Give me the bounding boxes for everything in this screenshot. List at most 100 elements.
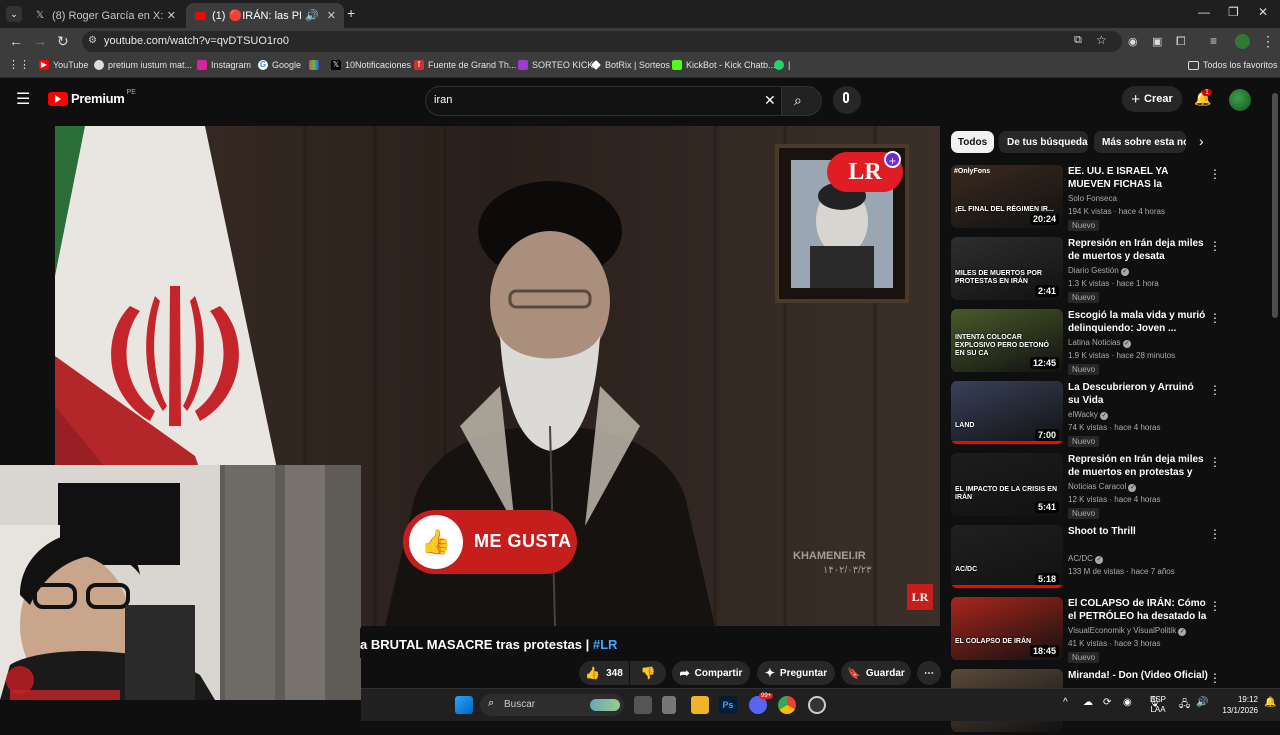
omnibox[interactable]: ⚙ youtube.com/watch?v=qvDTSUO1ro0 ⧉ ☆ <box>82 31 1122 52</box>
photoshop-icon[interactable]: Ps <box>719 696 737 714</box>
recommendation-item[interactable]: AC/DC 5:18 Shoot to Thrill AC/DC ✓ 133 M de … <box>951 525 1271 591</box>
share-button[interactable]: ➦ Compartir <box>672 661 750 685</box>
search-input[interactable]: iran <box>434 94 452 106</box>
all-favorites-folder[interactable]: Todos los favoritos <box>1188 60 1278 70</box>
clear-search-icon[interactable]: ✕ <box>764 92 776 109</box>
extension-icon[interactable]: ◉ <box>1128 35 1138 48</box>
recommendation-title[interactable]: Miranda! - Don (Video Oficial) <box>1068 669 1208 682</box>
hamburger-menu-icon[interactable]: ☰ <box>16 89 30 109</box>
more-vertical-icon[interactable]: ⋮ <box>1209 239 1221 253</box>
recommendation-item[interactable]: EL COLAPSO DE IRÁN 18:45 El COLAPSO de IRÁ… <box>951 597 1271 663</box>
windows-start-icon[interactable] <box>455 696 473 714</box>
notification-center-icon[interactable]: 🔔 <box>1264 697 1276 708</box>
volume-icon[interactable]: 🔊 <box>1196 697 1208 708</box>
save-button[interactable]: 🔖 Guardar <box>841 661 911 685</box>
bookmark-instagram[interactable]: Instagram <box>197 60 251 70</box>
video-thumbnail[interactable]: EL IMPACTO DE LA CRISIS EN IRÁN 5:41 <box>951 453 1063 516</box>
chip-mas-sobre-esta-noticia[interactable]: Más sobre esta not <box>1094 131 1186 153</box>
chip-todos[interactable]: Todos <box>951 131 994 153</box>
video-thumbnail[interactable]: AC/DC 5:18 <box>951 525 1063 588</box>
back-arrow-icon[interactable]: ← <box>9 33 23 49</box>
more-vertical-icon[interactable]: ⋮ <box>1209 167 1221 181</box>
channel-name[interactable]: VisualEconomik y VisualPolitik ✓ <box>1068 626 1187 636</box>
account-avatar[interactable] <box>1229 89 1251 111</box>
tray-app-icon[interactable]: ◉ <box>1123 697 1132 708</box>
bookmark-youtube[interactable]: ▶ YouTube <box>39 60 88 70</box>
recommendation-title[interactable]: Escogió la mala vida y murió delinquiend… <box>1068 309 1208 335</box>
channel-name[interactable]: Solo Fonseca <box>1068 194 1117 203</box>
tray-sync-icon[interactable]: ⟳ <box>1103 697 1111 708</box>
video-thumbnail[interactable]: ¡EL FINAL DEL RÉGIMEN IR... #OnlyFons 20:2… <box>951 165 1063 228</box>
video-thumbnail[interactable]: INTENTA COLOCAR EXPLOSIVO PERO DETONÓ EN… <box>951 309 1063 372</box>
create-button[interactable]: + Crear <box>1122 86 1182 112</box>
bookmark-google[interactable]: G Google <box>258 60 301 70</box>
like-button[interactable]: 👍 348 <box>579 661 629 685</box>
bookmark-kickbot[interactable]: KickBot - Kick Chatb... <box>672 60 776 70</box>
taskbar-search[interactable]: ⌕ Buscar <box>480 694 624 716</box>
more-actions-button[interactable]: ⋯ <box>917 661 941 685</box>
recommendation-item[interactable]: EL IMPACTO DE LA CRISIS EN IRÁN 5:41 Repre… <box>951 453 1271 519</box>
recommendation-title[interactable]: Represión en Irán deja miles de muertos … <box>1068 237 1208 263</box>
channel-name[interactable]: Latina Noticias ✓ <box>1068 338 1131 348</box>
more-vertical-icon[interactable]: ⋮ <box>1209 671 1221 685</box>
channel-name[interactable]: Diario Gestión ✓ <box>1068 266 1129 276</box>
clock[interactable]: 19:12 13/1/2026 <box>1214 694 1258 716</box>
network-icon[interactable]: 🖧 <box>1179 697 1190 714</box>
video-thumbnail[interactable]: MILES DE MUERTOS POR PROTESTAS EN IRÁN 2:… <box>951 237 1063 300</box>
recommendation-item[interactable]: MILES DE MUERTOS POR PROTESTAS EN IRÁN 2:… <box>951 237 1271 303</box>
tray-cloud-icon[interactable]: ☁ <box>1083 697 1093 708</box>
app-icon[interactable] <box>662 696 676 714</box>
bookmark-whatsapp[interactable]: | <box>774 60 790 70</box>
extension-icon[interactable]: ▣ <box>1152 35 1162 48</box>
speaker-icon[interactable]: 🔊 <box>305 9 319 22</box>
more-vertical-icon[interactable]: ⋮ <box>1209 455 1221 469</box>
bookmark-colorful[interactable] <box>309 60 323 70</box>
tab-search-button[interactable]: ⌄ <box>6 6 22 22</box>
new-tab-button[interactable]: + <box>347 5 355 21</box>
recommendation-title[interactable]: EE. UU. E ISRAEL YA MUEVEN FICHAS la ope… <box>1068 165 1208 191</box>
more-vertical-icon[interactable]: ⋮ <box>1209 383 1221 397</box>
youtube-premium-logo[interactable]: Premium PE <box>48 89 136 106</box>
tab-youtube-iran[interactable]: (1) 🔴IRÁN: las PRIMERAS 🔊 ✕ <box>186 3 344 28</box>
apps-grid-icon[interactable]: ⋮⋮ <box>8 58 30 71</box>
close-icon[interactable]: ✕ <box>167 9 176 22</box>
recommendation-item[interactable]: INTENTA COLOCAR EXPLOSIVO PERO DETONÓ EN… <box>951 309 1271 375</box>
channel-name[interactable]: AC/DC ✓ <box>1068 554 1104 564</box>
channel-name[interactable]: elWacky ✓ <box>1068 410 1109 420</box>
file-explorer-icon[interactable] <box>691 696 709 714</box>
install-app-icon[interactable]: ⧉ <box>1074 34 1082 47</box>
browser-menu-icon[interactable]: ⋮ <box>1261 33 1275 50</box>
bookmark-botrix[interactable]: BotRix | Sorteos <box>591 60 670 70</box>
reload-icon[interactable]: ↻ <box>57 33 69 50</box>
chrome-icon[interactable] <box>778 696 796 714</box>
extensions-puzzle-icon[interactable]: ⧠ <box>1176 34 1186 49</box>
bookmark-pretium[interactable]: pretium iustum mat... <box>94 60 192 70</box>
voice-search-button[interactable] <box>833 86 861 114</box>
recommendation-title[interactable]: El COLAPSO de IRÁN: Cómo el PETRÓLEO ha … <box>1068 597 1208 623</box>
recommendation-title[interactable]: Represión en Irán deja miles de muertos … <box>1068 453 1208 479</box>
bookmark-star-icon[interactable]: ☆ <box>1096 33 1107 47</box>
recommendation-item[interactable]: ¡EL FINAL DEL RÉGIMEN IR... #OnlyFons 20:2… <box>951 165 1271 231</box>
task-view-icon[interactable] <box>634 696 652 714</box>
search-box[interactable]: iran ✕ <box>425 86 782 116</box>
media-controls-icon[interactable]: ≡ <box>1210 34 1217 48</box>
more-vertical-icon[interactable]: ⋮ <box>1209 311 1221 325</box>
bookmark-10notificaciones[interactable]: 𝕏 10Notificaciones <box>331 60 411 70</box>
language-indicator[interactable]: ESP LAA <box>1150 695 1166 715</box>
recommendation-title[interactable]: La Descubrieron y Arruinó su Vida <box>1068 381 1208 407</box>
close-window-button[interactable]: ✕ <box>1258 5 1268 19</box>
more-vertical-icon[interactable]: ⋮ <box>1209 527 1221 541</box>
ask-button[interactable]: ✦ Preguntar <box>757 661 835 685</box>
minimize-button[interactable]: — <box>1198 5 1210 19</box>
recommendation-title[interactable]: Shoot to Thrill <box>1068 525 1208 538</box>
dislike-button[interactable]: 👎 <box>630 661 666 685</box>
profile-avatar[interactable] <box>1235 34 1250 49</box>
url-text[interactable]: youtube.com/watch?v=qvDTSUO1ro0 <box>104 35 289 47</box>
video-hashtag[interactable]: #LR <box>593 637 618 652</box>
app-icon[interactable] <box>808 696 826 714</box>
maximize-button[interactable]: ❐ <box>1228 5 1239 19</box>
tab-x-roger-garcia[interactable]: 𝕏 (8) Roger García en X: "IRÁN: 2( ✕ <box>26 3 184 28</box>
channel-name[interactable]: Noticias Caracol ✓ <box>1068 482 1137 492</box>
chevron-up-icon[interactable]: ^ <box>1063 697 1068 708</box>
more-vertical-icon[interactable]: ⋮ <box>1209 599 1221 613</box>
